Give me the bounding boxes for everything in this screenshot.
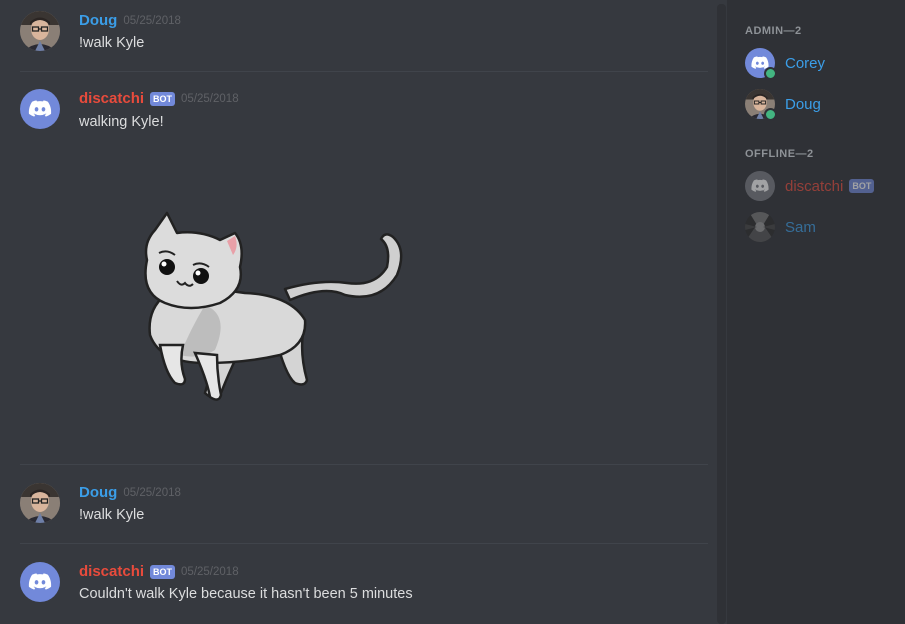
member-list: ADMIN—2 Corey Doug OFFLINE—2 discatchi B… (727, 0, 905, 624)
user-photo-icon (20, 483, 60, 523)
member-name: Corey (785, 54, 826, 72)
bot-tag: BOT (150, 91, 176, 106)
walking-cat-image[interactable] (135, 205, 410, 410)
avatar[interactable] (20, 483, 60, 523)
chat-scrollbar[interactable] (717, 4, 726, 624)
message-text: walking Kyle! (79, 114, 164, 130)
member-name: Sam (785, 218, 816, 236)
timestamp: 05/25/2018 (123, 486, 181, 499)
bot-tag: BOT (150, 564, 176, 579)
message-header: Doug 05/25/2018 (79, 484, 181, 501)
author-name[interactable]: discatchi (79, 90, 144, 107)
message-header: discatchi BOT 05/25/2018 (79, 563, 239, 580)
member-name: Doug (785, 95, 821, 113)
offline-section-title: OFFLINE—2 (745, 148, 814, 160)
discord-logo-icon (27, 96, 53, 122)
avatar[interactable] (20, 89, 60, 129)
timestamp: 05/25/2018 (181, 92, 239, 105)
author-name[interactable]: Doug (79, 12, 117, 29)
message-text: !walk Kyle (79, 507, 145, 523)
member-item-doug[interactable]: Doug (745, 88, 821, 121)
discord-logo-icon (27, 569, 53, 595)
avatar (745, 48, 777, 80)
message-divider (20, 71, 708, 72)
user-photo-icon (20, 11, 60, 51)
author-name[interactable]: Doug (79, 484, 117, 501)
timestamp: 05/25/2018 (123, 14, 181, 27)
discord-logo-icon (750, 176, 770, 196)
timestamp: 05/25/2018 (181, 565, 239, 578)
avatar[interactable] (20, 562, 60, 602)
message-header: discatchi BOT 05/25/2018 (79, 90, 239, 107)
online-status-icon (764, 67, 777, 80)
admin-section-title: ADMIN—2 (745, 25, 802, 37)
member-item-sam[interactable]: Sam (745, 211, 816, 243)
author-name[interactable]: discatchi (79, 563, 144, 580)
message-text: Couldn't walk Kyle because it hasn't bee… (79, 586, 413, 602)
message-header: Doug 05/25/2018 (79, 12, 181, 29)
member-name: discatchi (785, 177, 844, 195)
message-text: !walk Kyle (79, 35, 145, 51)
member-item-corey[interactable]: Corey (745, 47, 826, 80)
message-divider (20, 464, 708, 465)
avatar (745, 171, 775, 201)
chat-area: Doug 05/25/2018 !walk Kyle discatchi BOT… (0, 0, 718, 624)
avatar (745, 212, 775, 242)
user-photo-icon (745, 212, 775, 242)
message-divider (20, 543, 708, 544)
member-name-group: discatchi BOT (785, 177, 875, 195)
avatar (745, 89, 777, 121)
avatar[interactable] (20, 11, 60, 51)
bot-tag: BOT (849, 179, 875, 193)
member-item-discatchi[interactable]: discatchi BOT (745, 170, 875, 202)
online-status-icon (764, 108, 777, 121)
